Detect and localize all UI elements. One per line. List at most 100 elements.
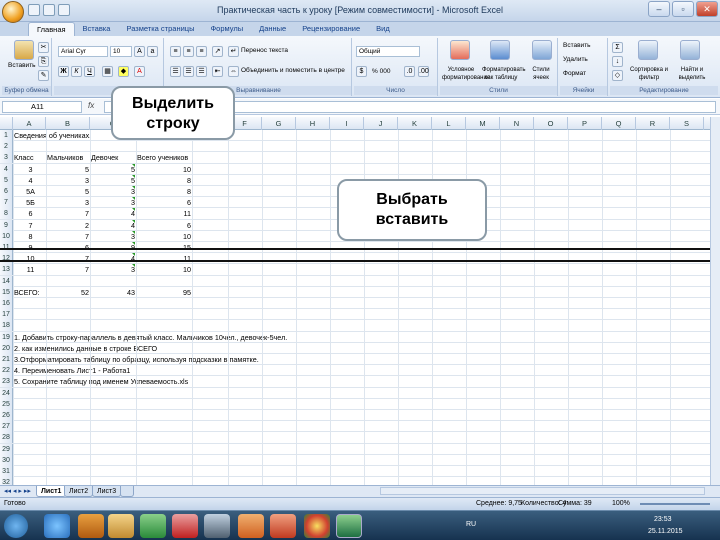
office-button[interactable] <box>2 1 24 23</box>
cell-c[interactable] <box>91 354 137 365</box>
italic-icon[interactable]: К <box>71 66 82 77</box>
row-header[interactable]: 7 <box>0 197 13 209</box>
cell-d[interactable]: 95 <box>137 287 193 298</box>
column-header[interactable]: L <box>432 117 466 130</box>
row-header[interactable]: 18 <box>0 320 13 332</box>
table-row[interactable]: 24 <box>0 387 710 399</box>
sheet-tab-2[interactable]: Лист2 <box>64 486 94 497</box>
yandex-icon[interactable] <box>172 514 198 538</box>
cell-d[interactable] <box>137 444 193 455</box>
media-player-icon[interactable] <box>78 514 104 538</box>
status-zoom[interactable]: 100% <box>612 498 630 510</box>
cell-b[interactable]: 2 <box>47 220 91 231</box>
ie-icon[interactable] <box>44 514 70 538</box>
cell-b[interactable] <box>47 376 91 387</box>
cell-c[interactable]: 4 <box>91 253 137 264</box>
tab-formulas[interactable]: Формулы <box>202 22 251 36</box>
cell-c[interactable]: 5 <box>91 175 137 186</box>
bold-icon[interactable]: Ж <box>58 66 69 77</box>
autosum-icon[interactable]: Σ <box>612 42 623 53</box>
font-name-select[interactable]: Arial Cyr <box>58 46 108 57</box>
cell-c[interactable] <box>91 421 137 432</box>
table-row[interactable]: 12 10 7 4 11 <box>0 253 710 265</box>
cell-c[interactable] <box>91 365 137 376</box>
merge-center-button[interactable]: Объединить и поместить в центре <box>241 67 345 74</box>
decrease-decimal-icon[interactable]: .00 <box>418 66 429 77</box>
cell-b[interactable] <box>47 410 91 421</box>
cell-c[interactable] <box>91 455 137 466</box>
cell-c[interactable]: 3 <box>91 197 137 208</box>
copy-icon[interactable]: ⎘ <box>38 56 49 67</box>
tab-insert[interactable]: Вставка <box>75 22 119 36</box>
cell-d[interactable] <box>137 309 193 320</box>
cell-c[interactable]: 3 <box>91 231 137 242</box>
cell-b[interactable] <box>47 432 91 443</box>
cell-d[interactable]: 8 <box>137 175 193 186</box>
row-header[interactable]: 27 <box>0 421 13 433</box>
column-header[interactable]: G <box>262 117 296 130</box>
align-top-icon[interactable]: ≡ <box>170 46 181 57</box>
column-header[interactable]: R <box>636 117 670 130</box>
clock-date[interactable]: 25.11.2015 <box>648 528 683 535</box>
table-row[interactable]: 23 5. Сохраните таблицу под именем Успева… <box>0 376 710 388</box>
cell-d[interactable] <box>137 332 193 343</box>
column-header[interactable]: Q <box>602 117 636 130</box>
cell-b[interactable] <box>47 276 91 287</box>
row-header[interactable]: 28 <box>0 432 13 444</box>
table-row[interactable]: 30 <box>0 454 710 466</box>
table-row[interactable]: 16 <box>0 298 710 310</box>
row-header[interactable]: 8 <box>0 208 13 220</box>
name-box[interactable]: A11 <box>2 101 82 113</box>
row-header[interactable]: 10 <box>0 230 13 242</box>
cell-c[interactable] <box>91 399 137 410</box>
cell-d[interactable] <box>137 399 193 410</box>
tab-view[interactable]: Вид <box>368 22 398 36</box>
decrease-indent-icon[interactable]: ⇤ <box>212 66 223 77</box>
cell-a[interactable]: 11 <box>14 264 47 275</box>
cell-c[interactable] <box>91 432 137 443</box>
start-button[interactable] <box>4 514 28 538</box>
row-header[interactable]: 20 <box>0 342 13 354</box>
row-header[interactable]: 3 <box>0 152 13 164</box>
paste-icon[interactable] <box>14 40 34 60</box>
cell-d[interactable] <box>137 376 193 387</box>
row-header[interactable]: 24 <box>0 387 13 399</box>
underline-icon[interactable]: Ч <box>84 66 95 77</box>
cell-b[interactable]: Мальчиков <box>47 152 91 163</box>
tab-page-layout[interactable]: Разметка страницы <box>118 22 202 36</box>
percent-comma-buttons[interactable]: % 000 <box>372 68 390 75</box>
find-select-icon[interactable] <box>680 40 700 60</box>
align-bottom-icon[interactable]: ≡ <box>196 46 207 57</box>
row-header[interactable]: 12 <box>0 253 13 265</box>
cell-a[interactable]: 7 <box>14 220 47 231</box>
cell-a[interactable]: ВСЕГО: <box>14 287 47 298</box>
row-header[interactable]: 2 <box>0 141 13 153</box>
cell-b[interactable]: 7 <box>47 231 91 242</box>
table-row[interactable]: 22 4. Переименовать Лист1 - Работа1 <box>0 365 710 377</box>
font-color-icon[interactable]: A <box>134 66 145 77</box>
cell-b[interactable] <box>47 477 91 485</box>
sheet-nav-icon[interactable]: ◂◂ ◂ ▸ ▸▸ <box>4 487 31 495</box>
horizontal-scrollbar[interactable] <box>380 487 705 495</box>
table-row[interactable]: 28 <box>0 432 710 444</box>
cell-d[interactable] <box>137 432 193 443</box>
orientation-icon[interactable]: ↗ <box>212 46 223 57</box>
format-table-button[interactable]: Форматировать как таблицу <box>482 66 526 82</box>
cell-c[interactable] <box>91 388 137 399</box>
format-cells-button[interactable]: Формат <box>563 70 586 77</box>
cell-d[interactable] <box>137 343 193 354</box>
cell-c[interactable]: 3 <box>91 264 137 275</box>
conditional-format-icon[interactable] <box>450 40 470 60</box>
cell-c[interactable] <box>91 444 137 455</box>
language-indicator[interactable]: RU <box>466 521 476 528</box>
cell-d[interactable]: 6 <box>137 220 193 231</box>
cell-c[interactable] <box>91 466 137 477</box>
row-header[interactable]: 4 <box>0 163 13 175</box>
cell-b[interactable]: 7 <box>47 208 91 219</box>
tab-review[interactable]: Рецензирование <box>294 22 368 36</box>
cell-c[interactable] <box>91 141 137 152</box>
cell-d[interactable] <box>137 354 193 365</box>
cell-b[interactable] <box>47 332 91 343</box>
close-icon[interactable]: ✕ <box>696 1 718 17</box>
spreadsheet-grid[interactable]: ABCDEFGHIJKLMNOPQRS 1Сведения об ученика… <box>0 117 710 485</box>
